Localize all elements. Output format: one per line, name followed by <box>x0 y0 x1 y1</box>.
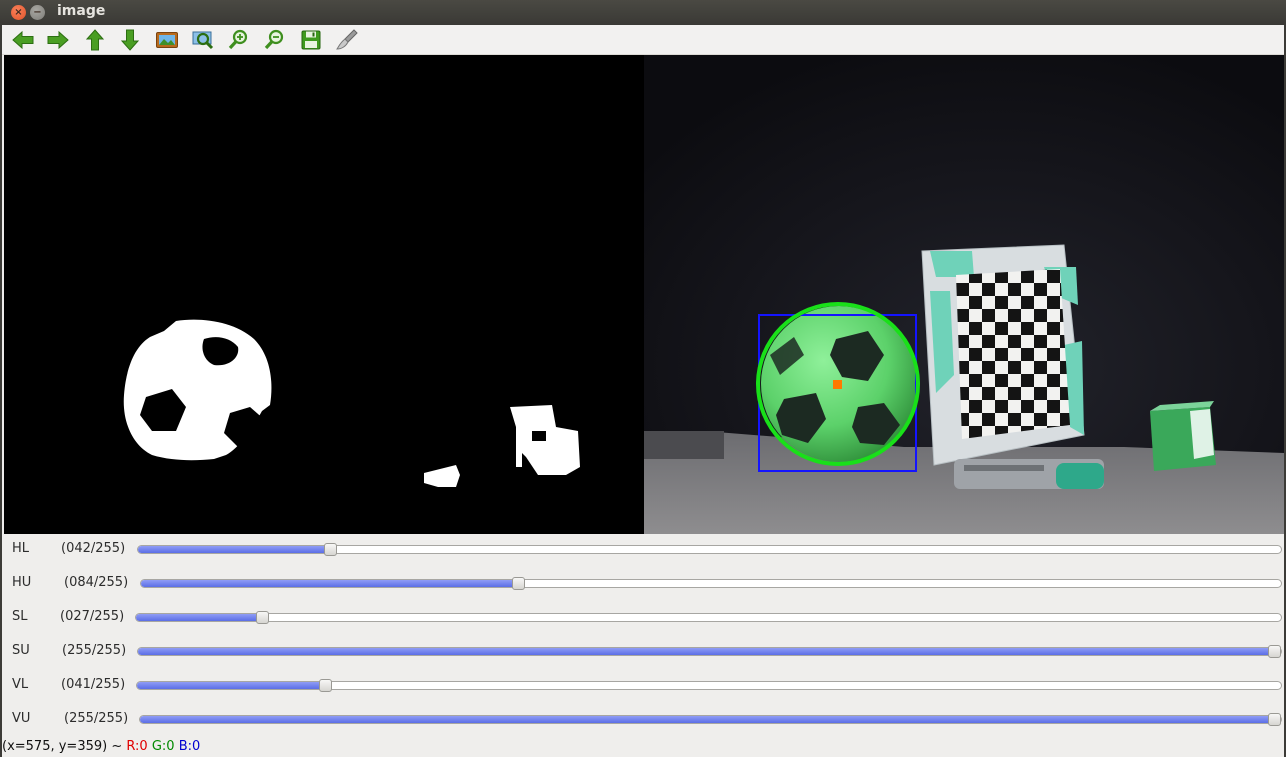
trackbar-value: (255/255) <box>64 711 129 726</box>
zoom-fit-button[interactable] <box>190 28 216 52</box>
trackbar-value: (255/255) <box>62 643 127 658</box>
trackbar-track[interactable] <box>135 611 1282 624</box>
green-value: G:0 <box>151 739 175 754</box>
center-marker <box>833 380 842 389</box>
trackbar-sl: SL (027/255) <box>2 607 1284 629</box>
trackbar-handle[interactable] <box>255 611 269 624</box>
pan-down-button[interactable] <box>117 28 143 52</box>
arrow-up-icon <box>85 29 105 51</box>
trackbar-name: HU <box>12 575 32 590</box>
trackbar-value: (084/255) <box>64 575 129 590</box>
status-bar: (x=575, y=359) ~ R:0 G:0 B:0 <box>2 739 204 757</box>
minimize-window-button[interactable]: − <box>30 5 45 20</box>
trackbar-fill <box>140 716 1275 723</box>
trackbar-value: (042/255) <box>61 541 126 556</box>
zoom-fit-icon <box>192 31 214 50</box>
image-canvas <box>4 55 1284 534</box>
trackbar-handle[interactable] <box>512 577 526 590</box>
trackbar-track[interactable] <box>140 577 1282 590</box>
image-window: HL (042/255) HU (084/255) SL (027/255) S… <box>2 25 1284 757</box>
properties-button[interactable] <box>334 28 360 52</box>
arrow-right-icon <box>47 30 69 50</box>
picture-icon <box>156 32 178 48</box>
trackbar-name: SL <box>12 609 28 624</box>
toolbar <box>2 25 1284 55</box>
tape-box <box>1150 401 1216 471</box>
trackbar-fill <box>141 580 519 587</box>
zoom-in-button[interactable] <box>226 28 252 52</box>
calibration-board <box>921 244 1085 466</box>
trackbar-fill <box>136 614 263 621</box>
pan-left-button[interactable] <box>10 28 36 52</box>
trackbar-vl: VL (041/255) <box>2 675 1284 697</box>
trackbar-fill <box>138 546 331 553</box>
arrow-down-icon <box>120 29 140 51</box>
zoom-out-button[interactable] <box>262 28 288 52</box>
brush-icon <box>336 29 358 50</box>
trackbar-name: SU <box>12 643 30 658</box>
trackbar-panel: HL (042/255) HU (084/255) SL (027/255) S… <box>2 534 1284 739</box>
camera-feed <box>644 55 1284 534</box>
zoom-reset-button[interactable] <box>154 28 180 52</box>
trackbar-name: VL <box>12 677 29 692</box>
trackbar-fill <box>138 648 1275 655</box>
trackbar-track[interactable] <box>137 543 1282 556</box>
zoom-in-icon <box>228 29 248 50</box>
trackbar-handle[interactable] <box>324 543 338 556</box>
blue-value: B:0 <box>178 739 201 754</box>
floppy-disk-icon <box>301 30 321 50</box>
threshold-mask <box>4 55 644 534</box>
trackbar-handle[interactable] <box>1268 645 1281 658</box>
trackbar-handle[interactable] <box>1268 713 1281 726</box>
trackbar-hl: HL (042/255) <box>2 539 1284 561</box>
trackbar-track[interactable] <box>139 713 1282 726</box>
save-button[interactable] <box>298 28 324 52</box>
trackbar-name: VU <box>12 711 31 726</box>
image-display[interactable] <box>4 55 1284 534</box>
window-title: image <box>57 3 106 19</box>
trackbar-value: (041/255) <box>61 677 126 692</box>
pan-up-button[interactable] <box>82 28 108 52</box>
trackbar-handle[interactable] <box>318 679 332 692</box>
close-window-button[interactable]: × <box>11 5 26 20</box>
trackbar-name: HL <box>12 541 30 556</box>
trackbar-fill <box>137 682 326 689</box>
clamp <box>954 459 1104 489</box>
trackbar-track[interactable] <box>137 645 1282 658</box>
zoom-out-icon <box>264 29 284 50</box>
trackbar-vu: VU (255/255) <box>2 709 1284 731</box>
trackbar-track[interactable] <box>136 679 1282 692</box>
cursor-coordinates: (x=575, y=359) ~ <box>2 739 123 754</box>
trackbar-su: SU (255/255) <box>2 641 1284 663</box>
arrow-left-icon <box>12 30 34 50</box>
trackbar-value: (027/255) <box>60 609 125 624</box>
title-bar: × − image <box>0 0 1286 25</box>
red-value: R:0 <box>126 739 148 754</box>
pan-right-button[interactable] <box>45 28 71 52</box>
trackbar-hu: HU (084/255) <box>2 573 1284 595</box>
